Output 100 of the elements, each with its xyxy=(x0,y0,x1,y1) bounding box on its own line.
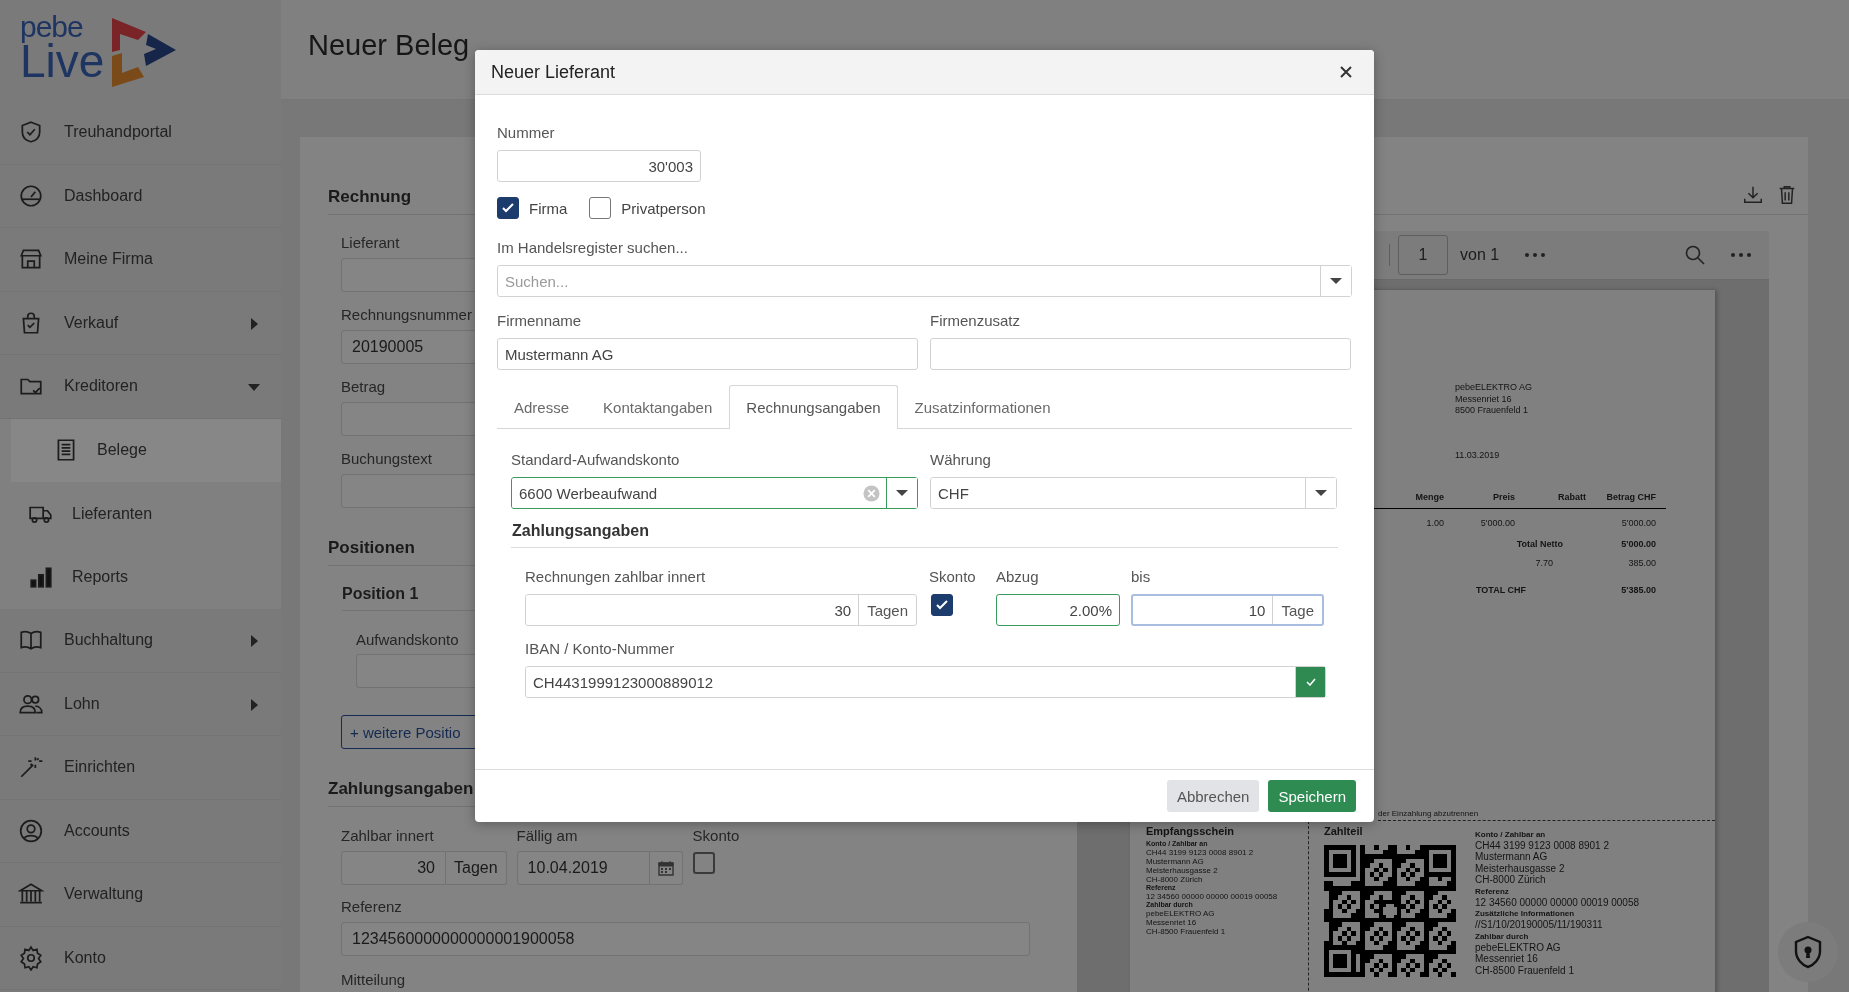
checkbox[interactable] xyxy=(692,852,715,874)
sidebar-item[interactable]: Lieferanten xyxy=(0,482,281,546)
table-cell-text: 5'000.00 xyxy=(1620,517,1656,529)
input-field[interactable] xyxy=(930,338,1351,370)
settings-icon xyxy=(18,944,44,971)
sidebar-item[interactable]: Dashboard xyxy=(0,164,281,228)
download-icon[interactable] xyxy=(1742,184,1764,206)
field-label: Buchungstext xyxy=(341,450,432,468)
table-cell-text: 1.00 xyxy=(1425,517,1444,529)
slip-heading: Zahlbar durch xyxy=(1475,930,1530,942)
sidebar-item[interactable]: Buchhaltung xyxy=(0,609,281,673)
document-text: pebeELEKTRO AG xyxy=(1475,941,1562,953)
checkbox[interactable] xyxy=(931,594,953,616)
user-icon xyxy=(18,817,44,844)
section-heading: Zahlungsangaben xyxy=(511,521,1338,548)
slip-heading: Konto / Zahlbar an xyxy=(1475,828,1547,840)
table-cell-text: 5'000.00 xyxy=(1479,517,1515,529)
document-text: Meisterhausgasse 2 xyxy=(1475,862,1566,874)
input-field[interactable]: 1234560000000000001900058 xyxy=(341,922,1030,956)
gauge-icon xyxy=(18,182,44,209)
tab[interactable]: Rechnungsangaben xyxy=(729,385,898,429)
total-value: 5'385.00 xyxy=(1620,585,1656,597)
tab[interactable]: Kontaktangaben xyxy=(586,385,730,429)
field-label: bis xyxy=(1131,567,1152,587)
sidebar-item[interactable]: Belege xyxy=(11,418,281,482)
field-label: Rechnungen zahlbar innert xyxy=(525,567,707,587)
page-title: Neuer Beleg xyxy=(308,29,470,62)
document-text: 11.03.2019 xyxy=(1455,449,1501,461)
field-label: Währung xyxy=(930,450,992,470)
column-header: Preis xyxy=(1491,492,1515,504)
tab[interactable]: Zusatzinformationen xyxy=(897,385,1068,429)
sidebar-item[interactable]: Treuhandportal xyxy=(0,101,281,165)
total-label: TOTAL CHF xyxy=(1475,585,1526,597)
sidebar-item[interactable]: Verkauf xyxy=(0,291,281,355)
input-field[interactable]: Mustermann AG xyxy=(497,338,918,370)
input-field[interactable]: 2.00% xyxy=(996,594,1120,626)
slip-title: Empfangsschein xyxy=(1146,823,1235,838)
dialog-title: Neuer Lieferant xyxy=(491,61,616,83)
tab[interactable]: Adresse xyxy=(497,385,587,429)
document-text: Meisterhausgasse 2 xyxy=(1146,865,1219,875)
field-label: Betrag xyxy=(341,378,386,396)
field-label: Skonto xyxy=(929,567,977,587)
input-field[interactable]: 30'003 xyxy=(497,150,701,182)
sidebar-item[interactable]: Konto xyxy=(0,926,281,990)
sidebar-item[interactable]: Kreditoren xyxy=(0,355,281,419)
slip-title: Zahlteil xyxy=(1324,823,1363,838)
bar-chart-icon xyxy=(28,564,54,591)
document-text: CH-8500 Frauenfeld 1 xyxy=(1146,926,1227,936)
sidebar-item[interactable]: Einrichten xyxy=(0,736,281,800)
calendar-icon xyxy=(657,860,674,876)
input-field[interactable]: 30 xyxy=(341,851,446,885)
field-label: Lieferant xyxy=(341,234,400,252)
checkbox-label: Privatperson xyxy=(621,199,706,217)
sidebar-item[interactable]: Accounts xyxy=(0,799,281,863)
page-count: von 1 xyxy=(1460,246,1500,264)
sidebar-item[interactable]: Meine Firma xyxy=(0,228,281,292)
sidebar-item[interactable]: Reports xyxy=(0,545,281,609)
document-text: 12 34560 00000 00000 00019 00058 xyxy=(1475,896,1640,908)
slip-heading: Zusätzliche Informationen xyxy=(1475,908,1576,919)
logo-text: pebe xyxy=(20,12,84,42)
save-button[interactable]: Speichern xyxy=(1268,780,1356,812)
cancel-button[interactable]: Abbrechen xyxy=(1166,780,1260,812)
document-text: CH44 3199 9123 0008 8901 2 xyxy=(1475,839,1610,851)
total-value: 5'000.00 xyxy=(1620,539,1656,551)
slip-heading: Referenz xyxy=(1475,885,1510,897)
sidebar-item[interactable]: Lohn xyxy=(0,672,281,736)
column-header: Betrag CHF xyxy=(1605,492,1656,504)
more-icon[interactable] xyxy=(1731,253,1751,257)
field-label: Rechnungsnummer xyxy=(341,306,472,324)
field-label: Zahlbar innert xyxy=(341,827,434,845)
document-text: Messenriet 16 xyxy=(1475,953,1539,965)
close-icon[interactable] xyxy=(1340,66,1352,78)
document-text: //S1/10/20190005/11/190311 xyxy=(1475,919,1604,931)
field-label: Abzug xyxy=(996,567,1040,587)
checkbox[interactable] xyxy=(589,197,612,219)
field-label: Nummer xyxy=(497,123,556,143)
document-text: CH-8000 Zürich xyxy=(1475,874,1547,886)
field-label: Im Handelsregister suchen... xyxy=(497,238,689,258)
calendar-button[interactable] xyxy=(649,851,683,885)
page-number-field[interactable]: 1 xyxy=(1398,235,1448,275)
document-text: CH44 3199 9123 0008 8901 2 xyxy=(1146,847,1255,857)
sidebar-item[interactable]: Verwaltung xyxy=(0,863,281,927)
document-text: CH-8000 Zürich xyxy=(1146,874,1203,884)
field-label: Standard-Aufwandskonto xyxy=(511,450,681,470)
field-label: Fällig am xyxy=(516,827,578,845)
field-label: Firmenzusatz xyxy=(930,311,1022,331)
document-text: 8500 Frauenfeld 1 xyxy=(1455,405,1530,417)
field-label: Aufwandskonto xyxy=(356,631,459,649)
date-field[interactable]: 10.04.2019 xyxy=(516,851,650,885)
column-header: Rabatt xyxy=(1557,492,1586,504)
total-label: Total Netto xyxy=(1515,539,1563,551)
document-text: Messenriet 16 xyxy=(1146,917,1197,927)
document-text: Messenriet 16 xyxy=(1455,393,1513,405)
field-label: IBAN / Konto-Nummer xyxy=(525,639,676,659)
search-icon[interactable] xyxy=(1685,245,1705,265)
more-icon[interactable] xyxy=(1525,253,1546,257)
field-label: Firmenname xyxy=(497,311,583,331)
checkbox[interactable] xyxy=(497,197,519,219)
qr-code-icon xyxy=(1324,844,1456,977)
document-text: pebeELEKTRO AG xyxy=(1455,382,1534,394)
